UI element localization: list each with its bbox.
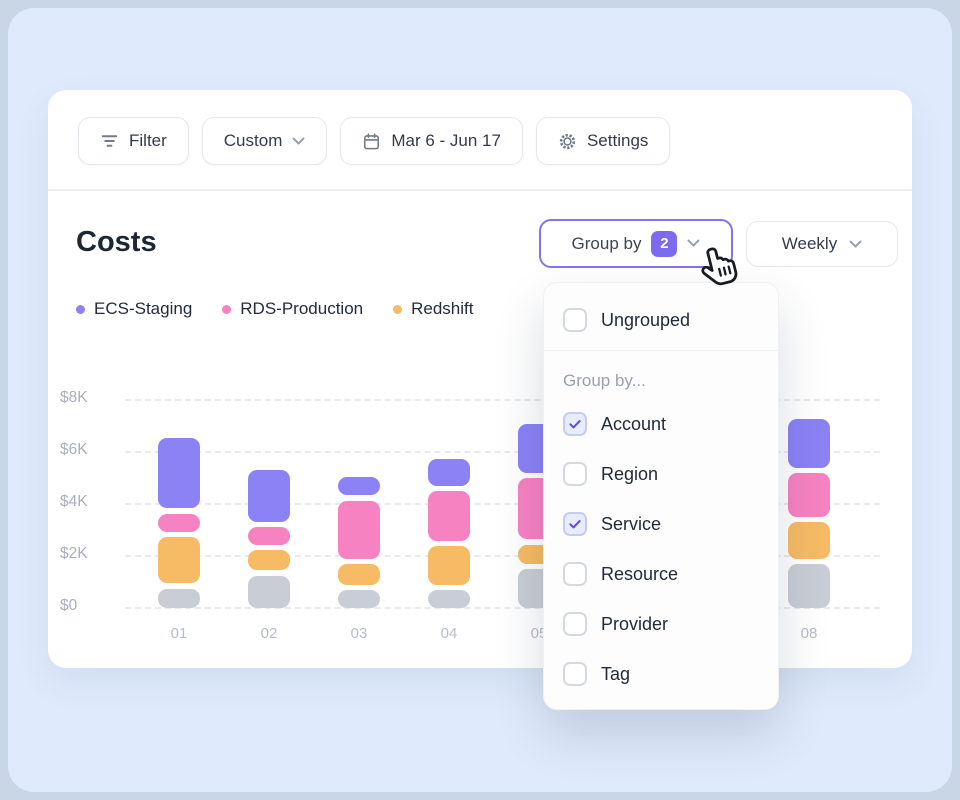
dropdown-option-tag[interactable]: Tag — [544, 649, 778, 699]
bar-03-segment--legend-hidden-[interactable] — [338, 590, 380, 608]
checkbox-ungrouped[interactable] — [563, 308, 587, 332]
dropdown-option-provider[interactable]: Provider — [544, 599, 778, 649]
checkbox-service-checked[interactable] — [563, 512, 587, 536]
bar-01-segment-redshift[interactable] — [158, 537, 200, 584]
dropdown-divider — [544, 350, 778, 351]
bar-04-segment-redshift[interactable] — [428, 546, 470, 585]
dropdown-option-account[interactable]: Account — [544, 399, 778, 449]
checkbox-account-checked[interactable] — [563, 412, 587, 436]
group-by-label: Group by — [572, 234, 642, 254]
cost-dashboard: Filter Custom Mar 6 - Jun 17 Settings Co… — [0, 0, 960, 800]
x-axis-tick-01: 01 — [157, 625, 201, 642]
dropdown-option-region[interactable]: Region — [544, 449, 778, 499]
y-axis-tick: $0 — [60, 597, 112, 615]
bar-03-segment-redshift[interactable] — [338, 564, 380, 585]
ungrouped-label: Ungrouped — [601, 310, 690, 331]
group-by-count-badge: 2 — [651, 231, 677, 257]
dropdown-option-resource[interactable]: Resource — [544, 549, 778, 599]
checkbox-region-unchecked[interactable] — [563, 462, 587, 486]
dropdown-option-service[interactable]: Service — [544, 499, 778, 549]
checkbox-resource-unchecked[interactable] — [563, 562, 587, 586]
bar-08-segment-ecs-staging[interactable] — [788, 419, 830, 468]
bar-01-segment-rds-production[interactable] — [158, 514, 200, 532]
y-axis-tick: $8K — [60, 389, 112, 407]
y-axis-tick: $2K — [60, 545, 112, 563]
bar-08-segment-redshift[interactable] — [788, 522, 830, 558]
bar-01-segment--legend-hidden-[interactable] — [158, 589, 200, 609]
chevron-down-icon — [687, 239, 700, 248]
bar-08-segment--legend-hidden-[interactable] — [788, 564, 830, 608]
y-axis-tick: $6K — [60, 441, 112, 459]
x-axis-tick-04: 04 — [427, 625, 471, 642]
dropdown-option-label: Account — [601, 414, 666, 435]
dropdown-section-label: Group by... — [563, 371, 759, 391]
checkbox-tag-unchecked[interactable] — [563, 662, 587, 686]
x-axis-tick-02: 02 — [247, 625, 291, 642]
bar-01-segment-ecs-staging[interactable] — [158, 438, 200, 508]
bar-02-segment-ecs-staging[interactable] — [248, 470, 290, 522]
bar-04-segment--legend-hidden-[interactable] — [428, 590, 470, 608]
bar-02-segment-redshift[interactable] — [248, 550, 290, 571]
x-axis-tick-03: 03 — [337, 625, 381, 642]
bar-03-segment-ecs-staging[interactable] — [338, 477, 380, 495]
stacked-bar-chart: $0$2K$4K$6K$8K0102030405060708 — [0, 0, 960, 800]
bar-02-segment--legend-hidden-[interactable] — [248, 576, 290, 609]
bar-04-segment-rds-production[interactable] — [428, 491, 470, 540]
dropdown-option-ungrouped[interactable]: Ungrouped — [544, 305, 778, 335]
dropdown-option-label: Region — [601, 464, 658, 485]
group-by-dropdown-menu: Ungrouped Group by... Account Region Servi… — [543, 282, 779, 710]
dropdown-option-label: Provider — [601, 614, 668, 635]
bar-02-segment-rds-production[interactable] — [248, 527, 290, 545]
dropdown-options-list: Account Region Service Resource Provider Tag — [544, 399, 778, 699]
bar-08-segment-rds-production[interactable] — [788, 473, 830, 517]
dropdown-option-label: Service — [601, 514, 661, 535]
dropdown-option-label: Tag — [601, 664, 630, 685]
checkbox-provider-unchecked[interactable] — [563, 612, 587, 636]
dropdown-option-label: Resource — [601, 564, 678, 585]
x-axis-tick-08: 08 — [787, 625, 831, 642]
y-axis-tick: $4K — [60, 493, 112, 511]
bar-03-segment-rds-production[interactable] — [338, 501, 380, 560]
bar-04-segment-ecs-staging[interactable] — [428, 459, 470, 486]
